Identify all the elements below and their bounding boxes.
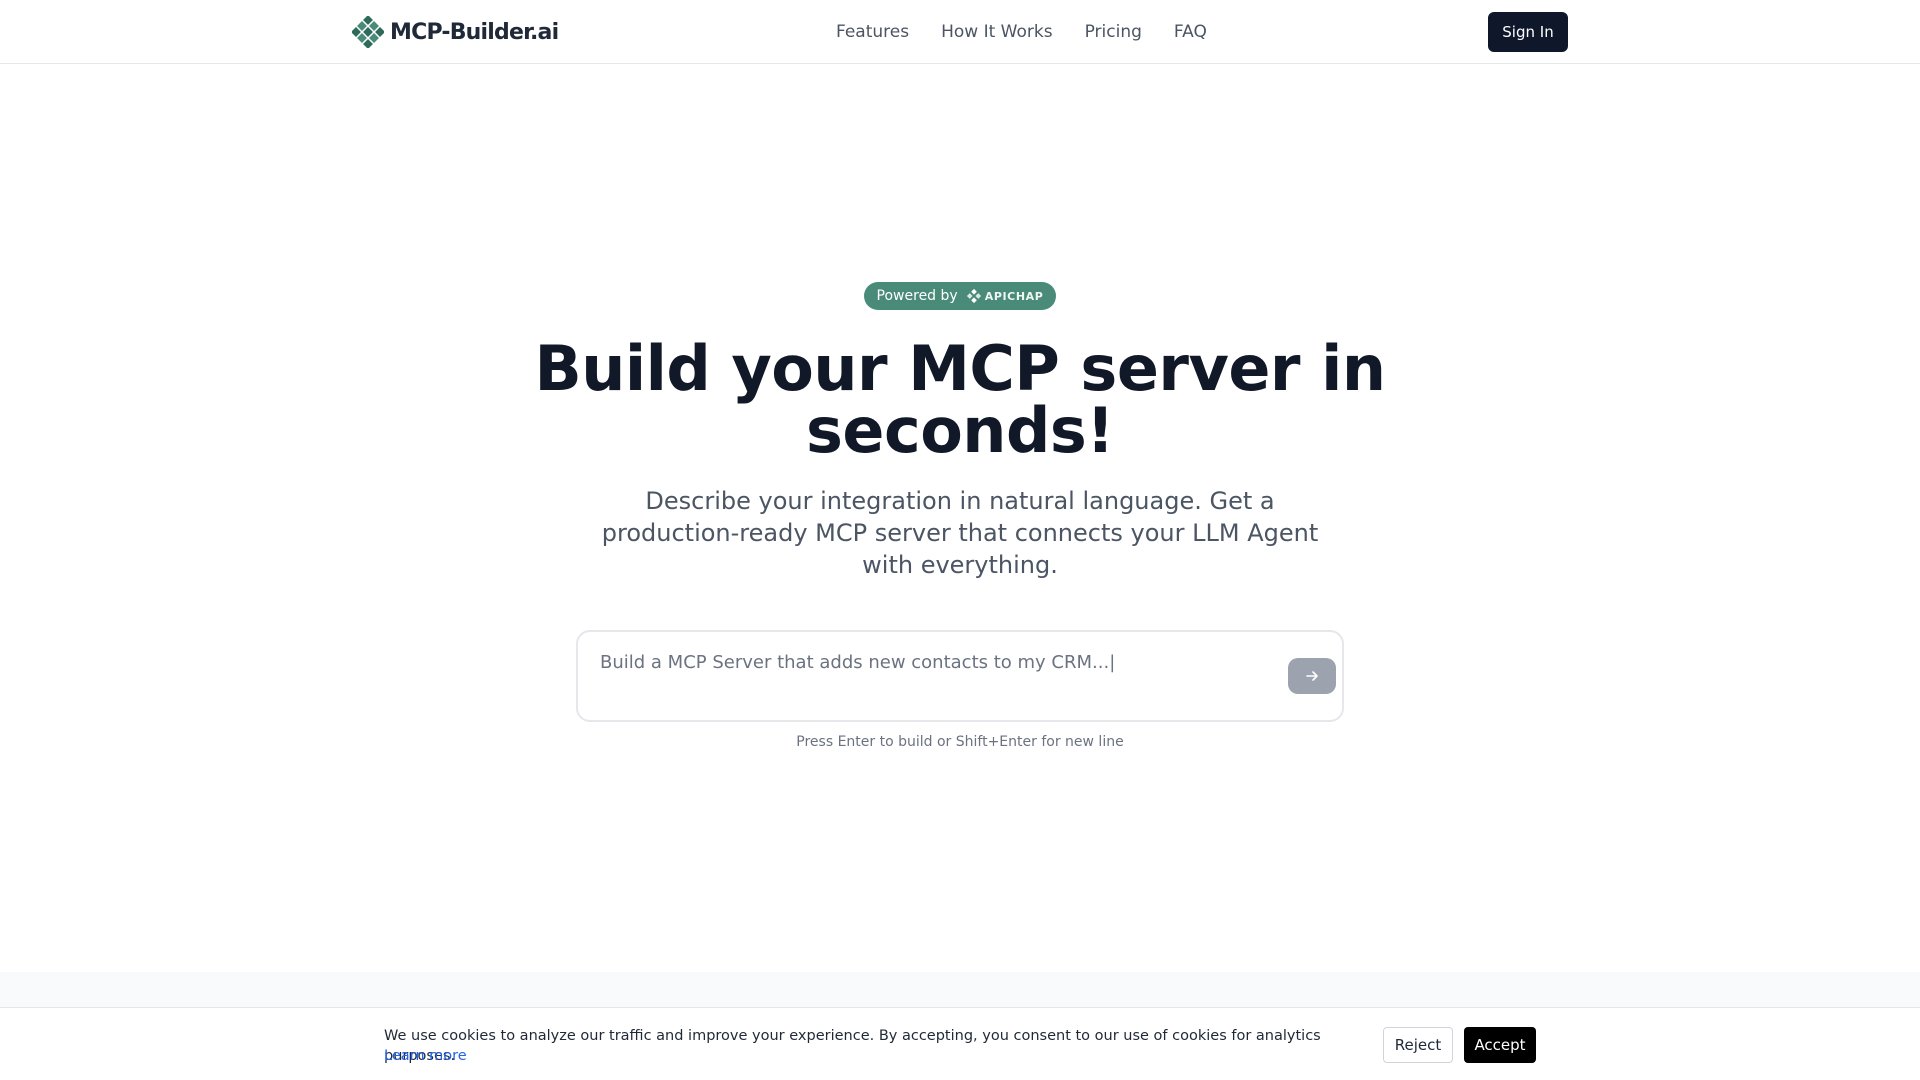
sign-in-button[interactable]: Sign In [1488,12,1568,52]
hero-subtitle: Describe your integration in natural lan… [601,487,1319,579]
prompt-box [576,630,1344,722]
cookie-learn-more-link[interactable]: Learn more [384,1046,467,1066]
nav-item-pricing[interactable]: Pricing [1085,20,1142,44]
send-button[interactable] [1288,658,1336,694]
main-nav: Features How It Works Pricing FAQ [836,20,1207,44]
apichap-diamond-icon [966,288,981,304]
brand-name: MCP-Builder.ai [390,19,559,45]
apichap-logo: APICHAP [966,288,1044,304]
nav-item-faq[interactable]: FAQ [1174,20,1207,44]
badge-brand: APICHAP [984,289,1044,303]
brand-logo[interactable]: MCP-Builder.ai [352,14,559,50]
prompt-input[interactable] [600,648,1240,676]
powered-by-badge[interactable]: Powered by APICHAP [864,282,1056,310]
cookie-text: We use cookies to analyze our traffic an… [384,1028,1321,1064]
site-header: MCP-Builder.ai Features How It Works Pri… [0,0,1920,64]
badge-prefix: Powered by [876,288,958,304]
diamond-grid-icon [352,16,384,48]
hero-title: Build your MCP server in seconds! [534,332,1386,467]
nav-item-how-it-works[interactable]: How It Works [941,20,1052,44]
accept-button[interactable]: Accept [1464,1027,1536,1063]
reject-button[interactable]: Reject [1383,1027,1453,1063]
next-section-strip [0,972,1920,1008]
prompt-hint: Press Enter to build or Shift+Enter for … [796,734,1124,750]
arrow-right-icon [1306,671,1318,681]
cookie-banner: We use cookies to analyze our traffic an… [0,1007,1920,1080]
nav-item-features[interactable]: Features [836,20,909,44]
